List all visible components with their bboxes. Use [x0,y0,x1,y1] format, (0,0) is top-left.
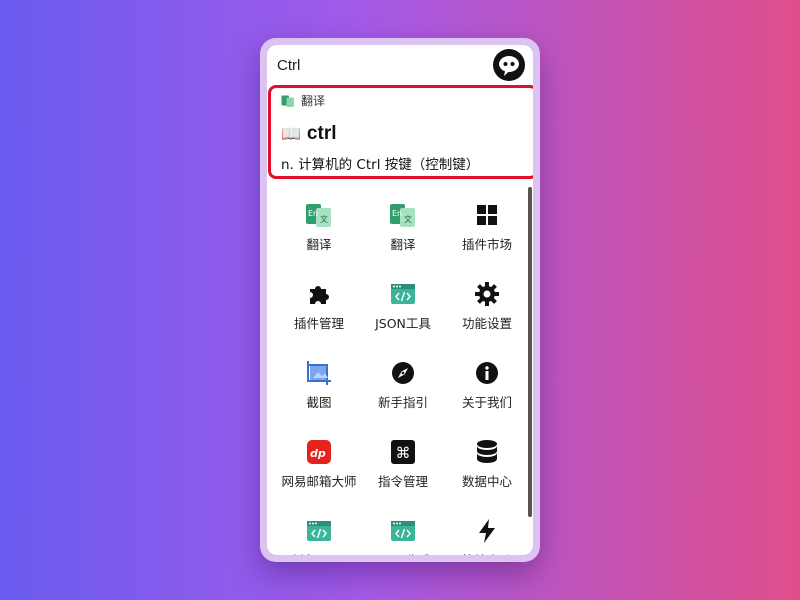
translation-result-card[interactable]: 翻译 📖 ctrl n. 计算机的 Ctrl 按键（控制键） [268,85,533,179]
result-meaning: n. 计算机的 Ctrl 按键（控制键） [281,157,480,173]
grid-icon [473,201,501,229]
database-icon [473,438,501,466]
plugin-item[interactable]: 截图 [277,351,361,430]
code-window-icon [389,280,417,308]
plugin-label: 新手指引 [377,395,428,410]
plugin-label: 关于我们 [461,395,512,410]
plugin-label: 功能设置 [461,316,512,331]
code-window-icon [389,517,417,545]
result-word: ctrl [306,123,337,144]
scrollbar[interactable] [528,187,532,517]
plugin-label: 哈希(hash) [279,553,359,555]
screenshot-icon [305,359,333,387]
plugin-label: 网易邮箱大师 [281,474,357,489]
svg-text:dp: dp [310,447,326,460]
plugin-item[interactable]: 插件市场 [445,193,529,272]
plugin-label: 数据中心 [461,474,512,489]
plugin-item[interactable]: ⌘ 指令管理 [361,430,445,509]
plugin-label: 插件管理 [293,316,344,331]
command-icon: ⌘ [389,438,417,466]
plugin-label: JSON工具 [375,316,431,331]
plugin-label: 指令管理 [377,474,428,489]
gear-icon [473,280,501,308]
netease-mail-icon: dp [305,438,333,466]
robot-chat-icon [499,56,519,76]
search-input[interactable] [277,56,477,74]
plugin-grid-area: En 文翻译 En 文翻译 插件市场 插件管理 JSON工具 功能设置 截图 新手指引 关于我们 dp… [267,193,533,555]
translate-icon [281,95,294,107]
result-source-label: 翻译 [301,94,326,108]
plugin-item[interactable]: 哈希(hash) [277,509,361,555]
code-window-icon [305,517,333,545]
plugin-item[interactable]: 快捷启动 [445,509,529,555]
plugin-label: 截图 [306,395,332,410]
svg-text:文: 文 [404,214,412,224]
search-bar [267,45,533,85]
plugin-item[interactable]: JSON工具 [361,272,445,351]
plugin-item[interactable]: En 文翻译 [277,193,361,272]
plugin-label: 翻译 [390,237,416,252]
result-word-line: 📖 ctrl [281,123,525,145]
svg-text:En: En [308,209,318,218]
svg-text:文: 文 [320,214,328,224]
plugin-label: 快捷启动 [447,553,527,555]
book-icon: 📖 [281,126,301,143]
svg-text:⌘: ⌘ [396,444,411,462]
plugin-label: 插件市场 [461,237,512,252]
plugin-item[interactable]: dp 网易邮箱大师 [277,430,361,509]
plugin-item[interactable]: UUID生成 [361,509,445,555]
plugin-item[interactable]: 功能设置 [445,272,529,351]
plugin-item[interactable]: En 文翻译 [361,193,445,272]
plugin-item[interactable]: 新手指引 [361,351,445,430]
result-source: 翻译 [281,92,525,109]
plugin-grid: En 文翻译 En 文翻译 插件市场 插件管理 JSON工具 功能设置 截图 新手指引 关于我们 dp… [267,193,533,555]
translate-icon: En 文 [305,201,333,229]
svg-text:En: En [392,209,402,218]
compass-icon [389,359,417,387]
app-window: 翻译 📖 ctrl n. 计算机的 Ctrl 按键（控制键） En文翻译En文翻… [260,38,540,562]
puzzle-icon [305,280,333,308]
info-icon [473,359,501,387]
avatar[interactable] [493,49,525,81]
plugin-item[interactable]: 关于我们 [445,351,529,430]
plugin-item[interactable]: 数据中心 [445,430,529,509]
plugin-item[interactable]: 插件管理 [277,272,361,351]
plugin-label: 翻译 [306,237,332,252]
main-panel: 翻译 📖 ctrl n. 计算机的 Ctrl 按键（控制键） En文翻译En文翻… [267,45,533,555]
translate-icon: En 文 [389,201,417,229]
plugin-label: UUID生成 [363,553,443,555]
lightning-icon [473,517,501,545]
